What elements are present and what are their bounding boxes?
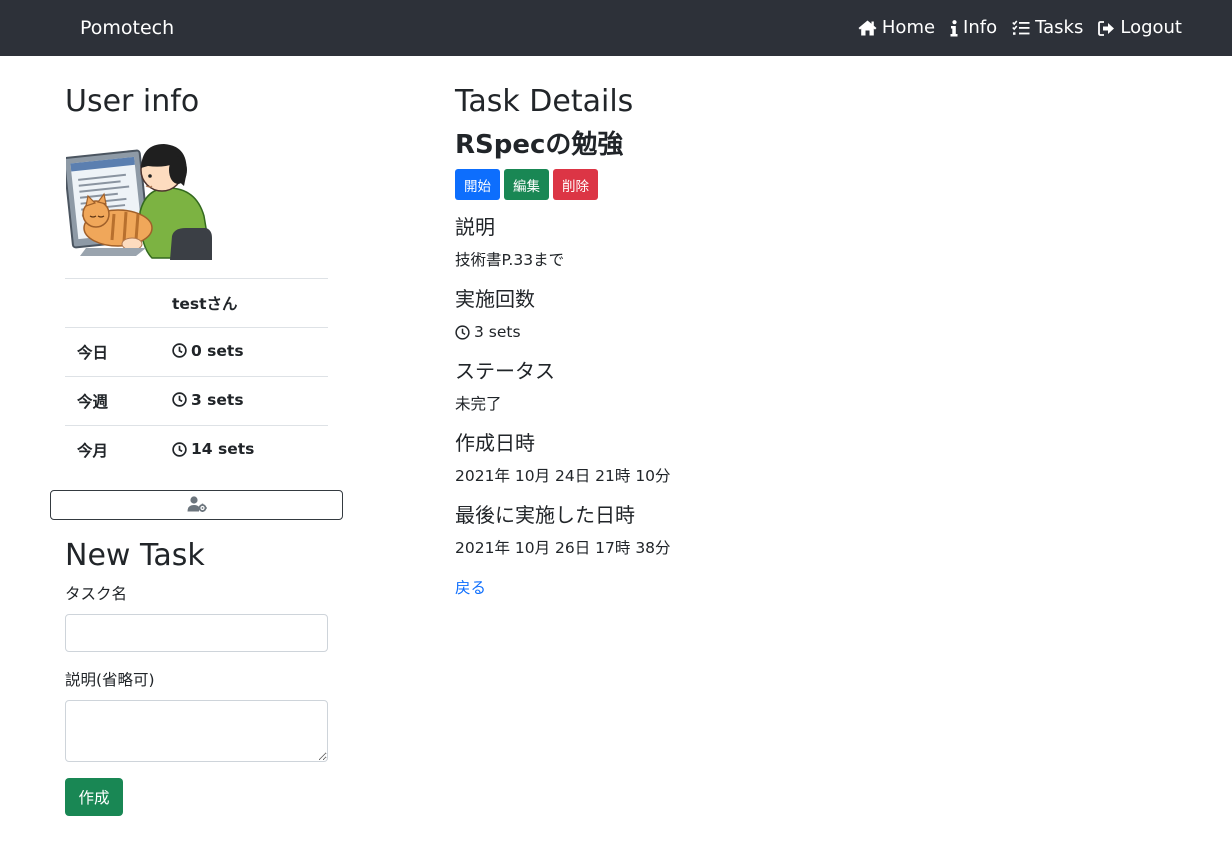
top-navbar: Pomotech Home Info Tasks Logout [0, 0, 1232, 56]
stat-value-week: 3 sets [191, 390, 244, 409]
username: testさん [160, 278, 328, 328]
table-row: 今週 3 sets [65, 376, 328, 426]
task-name-input[interactable] [65, 614, 328, 652]
stat-value-today: 0 sets [191, 341, 244, 360]
clock-icon [455, 324, 470, 340]
table-row: 今日 0 sets [65, 327, 328, 377]
description-textarea[interactable] [65, 700, 328, 762]
table-cell-empty [65, 278, 160, 328]
count-detail-label: 実施回数 [455, 287, 535, 311]
stat-value-today-cell: 0 sets [160, 327, 328, 377]
edit-button[interactable]: 編集 [504, 169, 549, 200]
last-done-detail-label: 最後に実施した日時 [455, 503, 635, 527]
description-detail-label: 説明 [455, 215, 495, 239]
new-task-heading: New Task [65, 538, 205, 573]
status-detail-label: ステータス [455, 359, 555, 383]
delete-button[interactable]: 削除 [553, 169, 598, 200]
clock-icon [172, 343, 187, 358]
nav-info-label: Info [963, 17, 998, 38]
clock-icon [172, 392, 187, 407]
status-detail-value: 未完了 [455, 395, 502, 413]
nav-home[interactable]: Home [858, 15, 935, 41]
nav-logout[interactable]: Logout [1098, 15, 1182, 41]
last-done-detail-value: 2021年 10月 26日 17時 38分 [455, 539, 671, 557]
nav-tasks[interactable]: Tasks [1012, 15, 1083, 41]
stat-value-week-cell: 3 sets [160, 376, 328, 426]
count-detail-value: 3 sets [474, 323, 521, 341]
nav-links: Home Info Tasks Logout [858, 15, 1182, 41]
avatar [63, 136, 214, 262]
nav-info[interactable]: Info [950, 15, 997, 41]
description-label: 説明(省略可) [65, 671, 155, 689]
created-detail-value: 2021年 10月 24日 21時 10分 [455, 467, 671, 485]
table-row: testさん [65, 278, 328, 328]
clock-icon [172, 441, 187, 457]
back-link[interactable]: 戻る [455, 578, 486, 598]
description-detail-value: 技術書P.33まで [455, 251, 565, 269]
nav-logout-label: Logout [1120, 17, 1182, 38]
create-task-button[interactable]: 作成 [65, 778, 123, 816]
nav-home-label: Home [881, 17, 936, 38]
task-name-label: タスク名 [65, 585, 128, 603]
task-name: RSpecの勉強 [455, 130, 624, 160]
nav-tasks-label: Tasks [1035, 17, 1084, 38]
brand-logo[interactable]: Pomotech [80, 15, 174, 41]
info-icon [950, 19, 958, 37]
count-detail-row: 3 sets [455, 322, 521, 342]
tasks-icon [1012, 20, 1030, 36]
stat-label-month: 今月 [65, 425, 160, 475]
user-cog-icon [187, 495, 207, 515]
stat-label-week: 今週 [65, 376, 160, 426]
user-settings-button[interactable] [50, 490, 343, 520]
created-detail-label: 作成日時 [455, 431, 535, 455]
task-action-buttons: 開始 編集 削除 [455, 169, 598, 200]
user-stats-table: testさん 今日 0 sets 今週 3 sets 今月 14 sets [65, 278, 328, 475]
home-icon [858, 20, 877, 36]
user-info-heading: User info [65, 84, 200, 119]
start-button[interactable]: 開始 [455, 169, 500, 200]
task-details-heading: Task Details [455, 84, 634, 119]
logout-icon [1098, 20, 1115, 36]
stat-value-month: 14 sets [191, 440, 255, 458]
stat-label-today: 今日 [65, 327, 160, 377]
stat-value-month-cell: 14 sets [160, 425, 328, 475]
table-row: 今月 14 sets [65, 425, 328, 475]
